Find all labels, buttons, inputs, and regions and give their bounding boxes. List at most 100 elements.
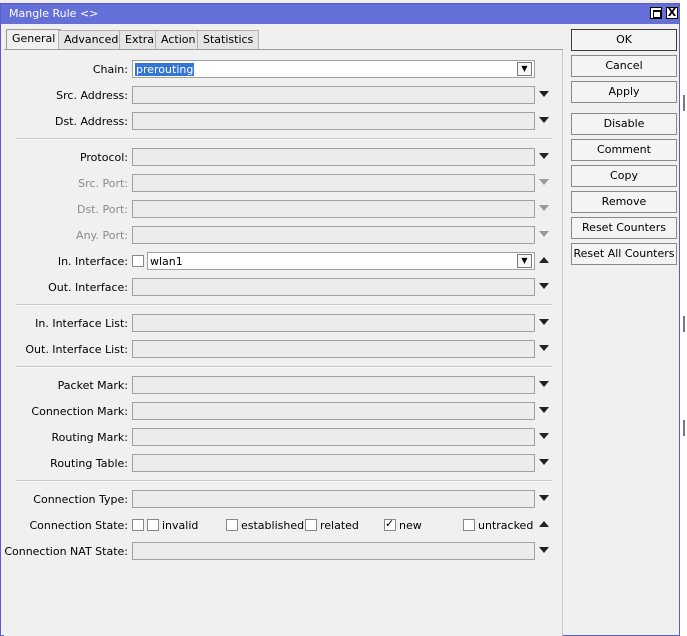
tab-action[interactable]: Action [155, 30, 202, 49]
separator [16, 138, 552, 140]
packet-mark-label: Packet Mark: [57, 379, 128, 392]
src-address-row: Src. Address: [4, 86, 562, 106]
dst-address-field[interactable] [132, 112, 535, 130]
tab-statistics[interactable]: Statistics [197, 30, 260, 49]
connection-state-collapse-icon[interactable] [539, 521, 549, 527]
out-interface-list-label: Out. Interface List: [25, 343, 128, 356]
chain-row: Chain: prerouting ▼ [4, 60, 562, 80]
state-established-label: established [241, 519, 305, 532]
out-interface-expand-icon[interactable] [539, 283, 549, 289]
state-invalid-checkbox[interactable] [147, 519, 159, 531]
in-interface-label: In. Interface: [57, 255, 128, 268]
chain-label: Chain: [92, 63, 128, 76]
dst-port-field[interactable] [132, 200, 535, 218]
remove-button[interactable]: Remove [571, 191, 677, 213]
separator [16, 304, 552, 306]
state-related-checkbox[interactable] [305, 519, 317, 531]
routing-mark-label: Routing Mark: [51, 431, 128, 444]
routing-table-expand-icon[interactable] [539, 459, 549, 465]
in-interface-dropdown-icon[interactable]: ▼ [517, 254, 532, 268]
tab-extra[interactable]: Extra [119, 30, 161, 49]
connection-type-row: Connection Type: [4, 490, 562, 510]
copy-button[interactable]: Copy [571, 165, 677, 187]
connection-mark-field[interactable] [132, 402, 535, 420]
maximize-icon[interactable] [650, 7, 662, 19]
connection-mark-label: Connection Mark: [31, 405, 128, 418]
in-interface-list-label: In. Interface List: [35, 317, 128, 330]
title-bar[interactable]: Mangle Rule <> X [1, 4, 679, 24]
routing-table-label: Routing Table: [50, 457, 128, 470]
out-interface-label: Out. Interface: [48, 281, 128, 294]
state-new-label: new [399, 519, 422, 532]
ok-button[interactable]: OK [571, 29, 677, 51]
connection-type-field[interactable] [132, 490, 535, 508]
dst-address-expand-icon[interactable] [539, 117, 549, 123]
tab-general[interactable]: General [6, 29, 62, 50]
state-invalid-label: invalid [162, 519, 199, 532]
disable-button[interactable]: Disable [571, 113, 677, 135]
connection-state-label: Connection State: [29, 519, 128, 532]
routing-mark-row: Routing Mark: [4, 428, 562, 448]
background-window-edge [680, 0, 687, 636]
out-interface-list-field[interactable] [132, 340, 535, 358]
dst-port-row: Dst. Port: [4, 200, 562, 220]
separator [16, 366, 552, 368]
in-interface-row: In. Interface: wlan1 ▼ [4, 252, 562, 272]
reset-counters-button[interactable]: Reset Counters [571, 217, 677, 239]
connection-mark-expand-icon[interactable] [539, 407, 549, 413]
connection-nat-state-expand-icon[interactable] [539, 547, 549, 553]
packet-mark-field[interactable] [132, 376, 535, 394]
connection-nat-state-label: Connection NAT State: [4, 545, 128, 558]
connection-type-expand-icon[interactable] [539, 495, 549, 501]
dst-address-label: Dst. Address: [54, 115, 128, 128]
src-address-expand-icon[interactable] [539, 91, 549, 97]
state-established-checkbox[interactable] [226, 519, 238, 531]
state-untracked-checkbox[interactable] [463, 519, 475, 531]
src-port-label: Src. Port: [78, 177, 128, 190]
in-interface-negate-checkbox[interactable] [132, 255, 144, 267]
routing-table-field[interactable] [132, 454, 535, 472]
protocol-field[interactable] [132, 148, 535, 166]
protocol-expand-icon[interactable] [539, 153, 549, 159]
state-untracked-label: untracked [478, 519, 534, 532]
tab-advanced[interactable]: Advanced [58, 30, 125, 49]
src-address-field[interactable] [132, 86, 535, 104]
any-port-field[interactable] [132, 226, 535, 244]
chain-field[interactable]: prerouting ▼ [132, 60, 535, 78]
in-interface-list-row: In. Interface List: [4, 314, 562, 334]
routing-mark-field[interactable] [132, 428, 535, 446]
connection-state-negate-checkbox[interactable] [132, 519, 144, 531]
state-new-checkbox[interactable] [384, 517, 396, 531]
in-interface-field[interactable]: wlan1 ▼ [147, 252, 535, 270]
chain-dropdown-icon[interactable]: ▼ [517, 62, 532, 76]
close-icon[interactable]: X [666, 7, 678, 19]
connection-nat-state-field[interactable] [132, 542, 535, 560]
dst-port-label: Dst. Port: [76, 203, 128, 216]
reset-all-counters-button[interactable]: Reset All Counters [571, 243, 677, 265]
background-mark [683, 316, 685, 332]
state-related-label: related [320, 519, 359, 532]
in-interface-value: wlan1 [150, 255, 183, 268]
connection-nat-state-row: Connection NAT State: [4, 542, 562, 562]
connection-mark-row: Connection Mark: [4, 402, 562, 422]
routing-mark-expand-icon[interactable] [539, 433, 549, 439]
any-port-expand-icon [539, 231, 549, 237]
connection-type-label: Connection Type: [33, 493, 128, 506]
out-interface-field[interactable] [132, 278, 535, 296]
mangle-rule-window: Mangle Rule <> X General Advanced Extra … [0, 3, 680, 636]
dst-port-expand-icon [539, 205, 549, 211]
any-port-row: Any. Port: [4, 226, 562, 246]
cancel-button[interactable]: Cancel [571, 55, 677, 77]
src-port-row: Src. Port: [4, 174, 562, 194]
in-interface-list-expand-icon[interactable] [539, 319, 549, 325]
src-port-field[interactable] [132, 174, 535, 192]
in-interface-list-field[interactable] [132, 314, 535, 332]
packet-mark-expand-icon[interactable] [539, 381, 549, 387]
background-mark [683, 420, 685, 436]
out-interface-list-expand-icon[interactable] [539, 345, 549, 351]
chain-value: prerouting [135, 63, 195, 76]
comment-button[interactable]: Comment [571, 139, 677, 161]
in-interface-collapse-icon[interactable] [539, 257, 549, 263]
src-port-expand-icon [539, 179, 549, 185]
apply-button[interactable]: Apply [571, 81, 677, 103]
